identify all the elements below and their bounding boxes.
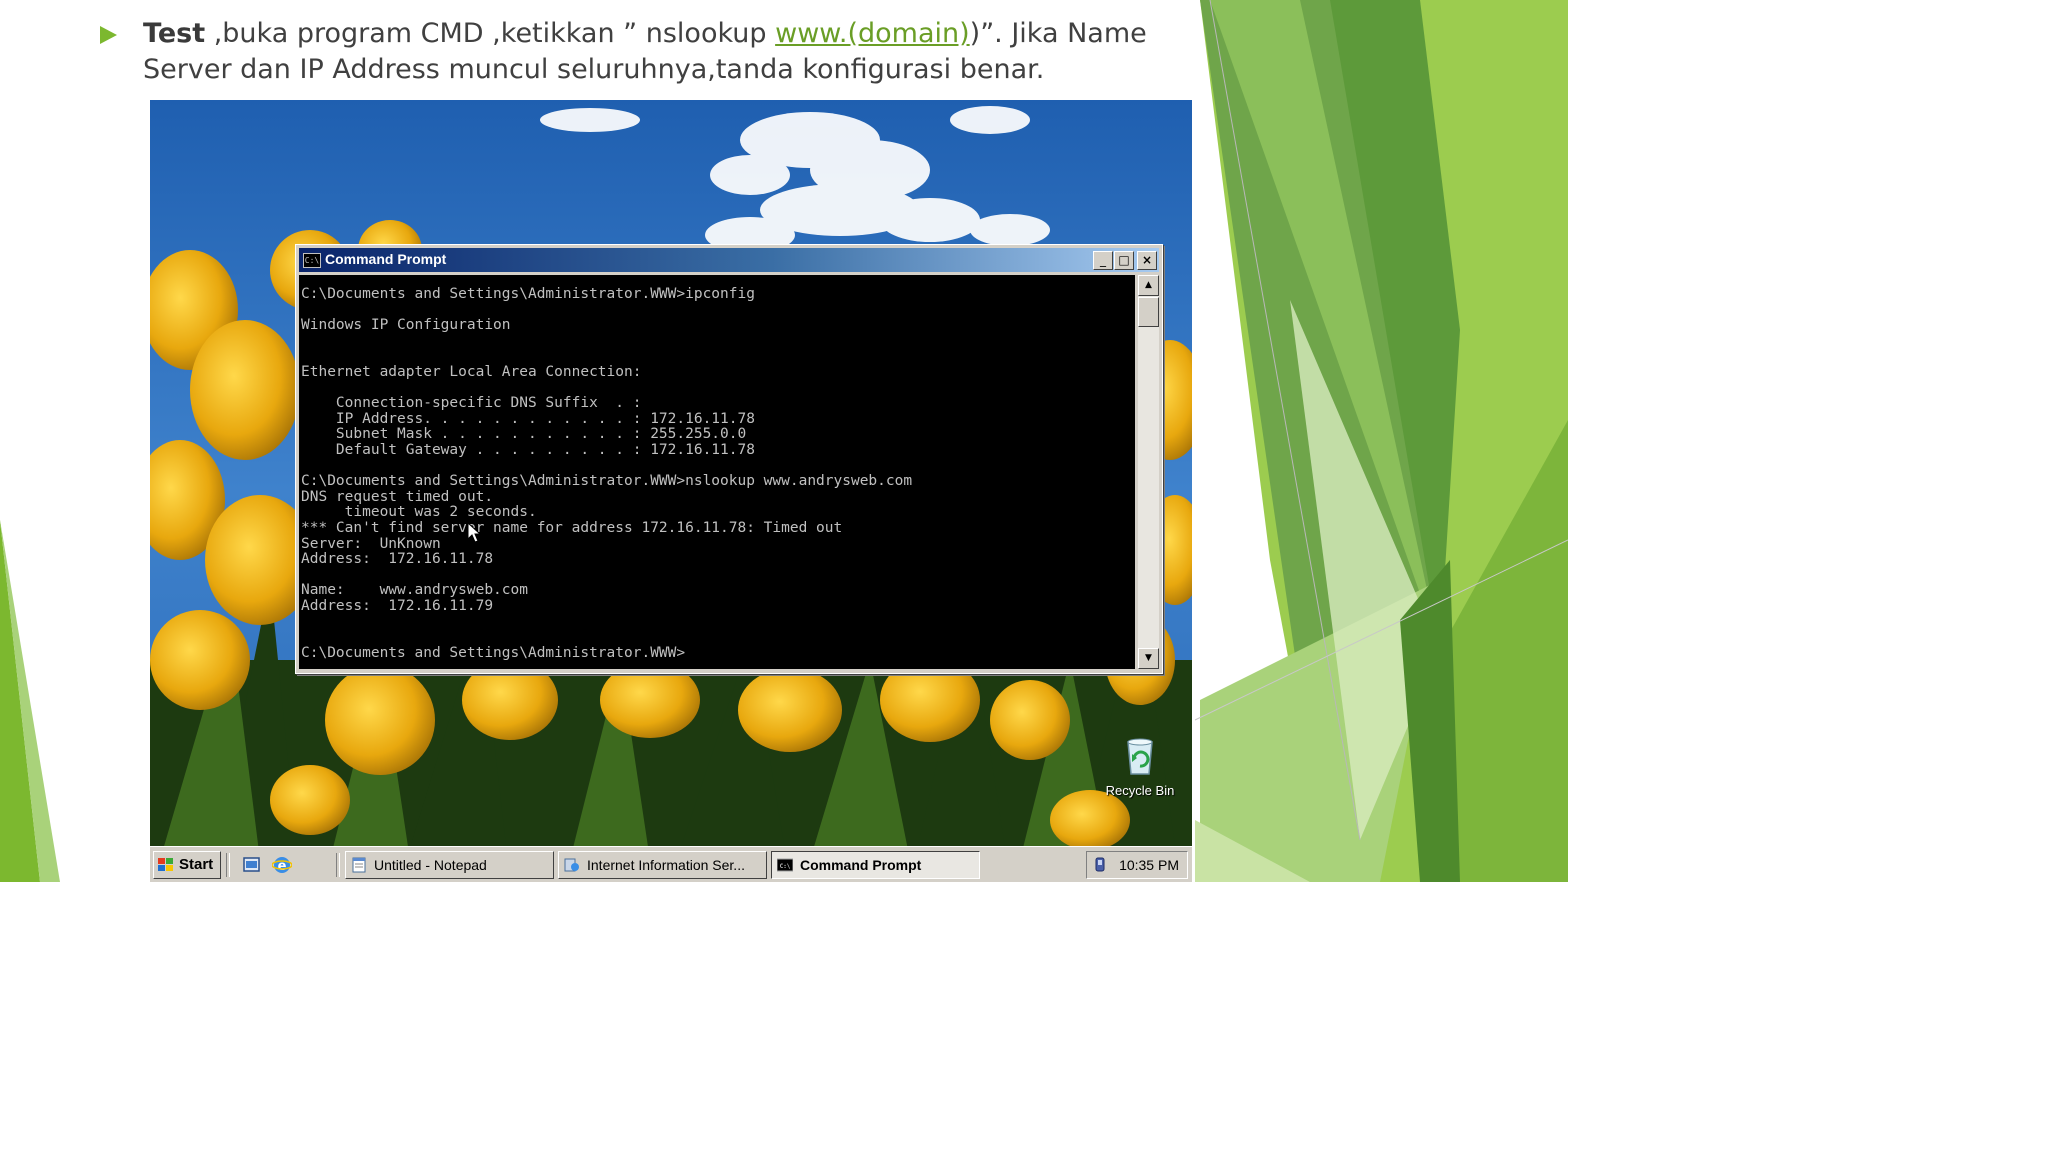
command-prompt-window[interactable]: C:\ Command Prompt _ □ × C:\Documents an… [295,244,1163,674]
notepad-icon [352,857,366,873]
svg-text:C:\: C:\ [780,863,791,870]
taskbar-item-iis[interactable]: Internet Information Ser... [558,851,767,879]
bullet-arrow-icon [100,26,117,44]
recycle-bin-label: Recycle Bin [1105,783,1175,798]
bullet-text: Test ,buka program CMD ,ketikkan ” nsloo… [143,16,1183,88]
iis-icon [564,858,579,872]
bullet-strong: Test [143,18,206,49]
taskbar-separator [336,853,340,877]
windows-flag-icon [158,858,173,871]
taskbar-item-notepad[interactable]: Untitled - Notepad [345,851,554,879]
scroll-up-button[interactable]: ▲ [1138,275,1159,296]
cmd-icon: C:\ [777,858,793,872]
window-title: Command Prompt [325,251,447,267]
minimize-button[interactable]: _ [1093,251,1113,270]
clock[interactable]: 10:35 PM [1119,852,1179,878]
console-area[interactable]: C:\Documents and Settings\Administrator.… [299,275,1135,669]
bullet-text-part1: ,buka program CMD ,ketikkan ” nslookup [205,18,776,49]
taskbar-item-label: Untitled - Notepad [374,857,487,873]
desktop-screenshot: C:\ Command Prompt _ □ × C:\Documents an… [150,100,1192,882]
taskbar: Start e Untitled - Notepad Internet Info… [150,846,1192,882]
taskbar-item-label: Command Prompt [800,857,922,873]
window-titlebar[interactable]: C:\ Command Prompt _ □ × [299,248,1159,272]
recycle-bin-icon [1127,738,1153,775]
show-desktop-icon[interactable] [242,855,262,875]
console-output: C:\Documents and Settings\Administrator.… [301,286,913,661]
taskbar-item-label: Internet Information Ser... [587,857,745,873]
system-tray: 10:35 PM [1086,851,1188,879]
close-button[interactable]: × [1137,251,1157,270]
recycle-bin[interactable]: Recycle Bin [1100,736,1180,799]
scroll-thumb[interactable] [1138,297,1159,327]
internet-explorer-icon[interactable]: e [272,855,292,875]
network-icon[interactable] [1093,857,1107,873]
mouse-cursor-icon [467,522,481,543]
start-label: Start [179,856,214,873]
start-button[interactable]: Start [153,851,221,879]
cmd-icon: C:\ [303,253,321,268]
scroll-down-button[interactable]: ▼ [1138,648,1159,669]
vertical-scrollbar[interactable]: ▲ ▼ [1138,275,1159,669]
taskbar-item-command-prompt[interactable]: C:\ Command Prompt [771,851,980,879]
quicklaunch-separator [226,853,230,877]
maximize-button[interactable]: □ [1114,251,1134,270]
domain-link[interactable]: www.(domain) [775,18,970,49]
